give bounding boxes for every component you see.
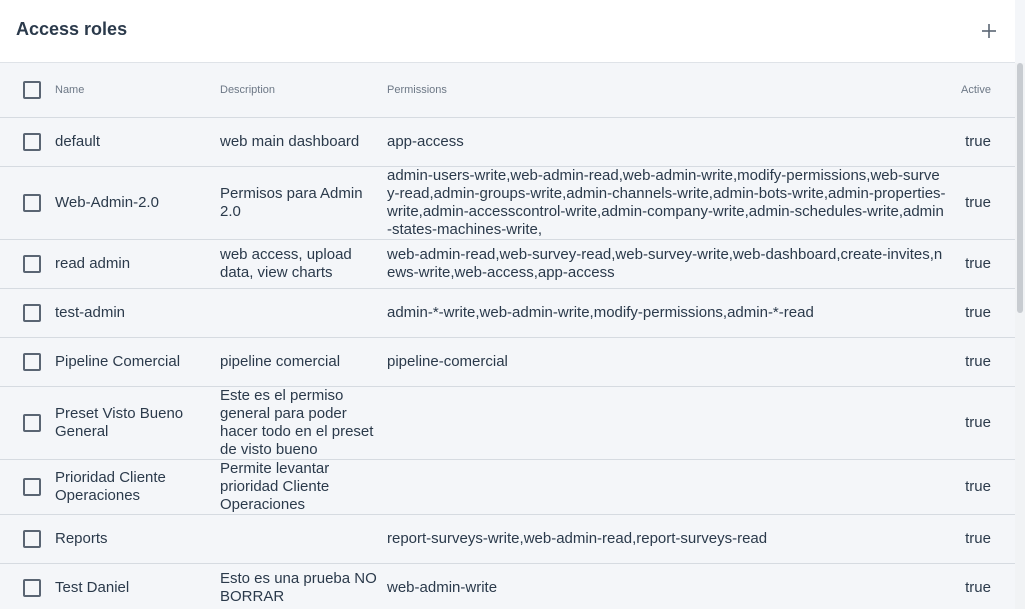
- role-description: web main dashboard: [220, 133, 360, 150]
- role-active: true: [965, 133, 991, 150]
- role-description: Permite levantar prioridad Cliente Opera…: [220, 460, 330, 513]
- role-description: Permisos para Admin 2.0: [220, 185, 363, 220]
- table-row[interactable]: Pipeline Comercial pipeline comercial pi…: [0, 338, 1015, 387]
- table-row[interactable]: default web main dashboard app-access tr…: [0, 118, 1015, 167]
- row-checkbox[interactable]: [23, 579, 41, 597]
- table-row[interactable]: Prioridad Cliente Operaciones Permite le…: [0, 460, 1015, 515]
- row-checkbox[interactable]: [23, 133, 41, 151]
- role-permissions: admin-*-write,web-admin-write,modify-per…: [387, 304, 814, 321]
- role-active: true: [965, 304, 991, 321]
- vertical-scrollbar[interactable]: [1015, 63, 1025, 609]
- role-name: default: [55, 133, 101, 150]
- page-header: Access roles: [0, 0, 1015, 63]
- role-active: true: [965, 579, 991, 596]
- table-row[interactable]: Reports report-surveys-write,web-admin-r…: [0, 515, 1015, 564]
- role-name: Preset Visto Bueno General: [55, 405, 184, 440]
- role-permissions: [387, 460, 947, 514]
- page-title: Access roles: [16, 19, 128, 39]
- role-permissions: web-admin-write: [387, 579, 498, 596]
- role-name: Web-Admin-2.0: [55, 194, 159, 211]
- role-name: Prioridad Cliente Operaciones: [55, 469, 166, 504]
- plus-icon: [982, 24, 996, 38]
- scrollbar-thumb[interactable]: [1017, 63, 1023, 313]
- table-row[interactable]: Test Daniel Esto es una prueba NO BORRAR…: [0, 564, 1015, 609]
- role-name: Test Daniel: [55, 579, 130, 596]
- table-row[interactable]: test-admin admin-*-write,web-admin-write…: [0, 289, 1015, 338]
- row-checkbox[interactable]: [23, 304, 41, 322]
- select-all-checkbox[interactable]: [23, 81, 41, 99]
- role-description: web access, upload data, view charts: [220, 246, 352, 281]
- column-header-active[interactable]: Active: [950, 63, 991, 117]
- row-checkbox[interactable]: [23, 255, 41, 273]
- role-permissions: web-admin-read,web-survey-read,web-surve…: [387, 246, 943, 281]
- role-name: read admin: [55, 255, 131, 272]
- add-role-button[interactable]: [975, 17, 1003, 45]
- role-name: Pipeline Comercial: [55, 353, 181, 370]
- role-description: [220, 289, 382, 337]
- table-row[interactable]: read admin web access, upload data, view…: [0, 240, 1015, 289]
- role-active: true: [965, 194, 991, 211]
- column-header-permissions[interactable]: Permissions: [387, 63, 947, 117]
- role-name: Reports: [55, 530, 108, 547]
- table-row[interactable]: Web-Admin-2.0 Permisos para Admin 2.0 ad…: [0, 167, 1015, 240]
- role-active: true: [965, 478, 991, 495]
- role-active: true: [965, 353, 991, 370]
- roles-table: Name Description Permissions Active defa…: [0, 63, 1015, 609]
- row-checkbox[interactable]: [23, 353, 41, 371]
- table-header-row: Name Description Permissions Active: [0, 63, 1015, 118]
- column-header-name[interactable]: Name: [55, 63, 215, 117]
- role-active: true: [965, 530, 991, 547]
- role-description: Esto es una prueba NO BORRAR: [220, 570, 377, 605]
- row-checkbox[interactable]: [23, 194, 41, 212]
- role-active: true: [965, 255, 991, 272]
- role-permissions: report-surveys-write,web-admin-read,repo…: [387, 530, 768, 547]
- role-permissions: [387, 387, 947, 459]
- role-active: true: [965, 414, 991, 431]
- role-permissions: admin-users-write,web-admin-read,web-adm…: [387, 167, 946, 238]
- column-header-description[interactable]: Description: [220, 63, 382, 117]
- table-row[interactable]: Preset Visto Bueno General Este es el pe…: [0, 387, 1015, 460]
- row-checkbox[interactable]: [23, 530, 41, 548]
- row-checkbox[interactable]: [23, 478, 41, 496]
- role-description: [220, 515, 382, 563]
- role-description: Este es el permiso general para poder ha…: [220, 387, 374, 458]
- role-name: test-admin: [55, 304, 126, 321]
- row-checkbox[interactable]: [23, 414, 41, 432]
- role-permissions: app-access: [387, 133, 464, 150]
- role-permissions: pipeline-comercial: [387, 353, 508, 370]
- role-description: pipeline comercial: [220, 353, 341, 370]
